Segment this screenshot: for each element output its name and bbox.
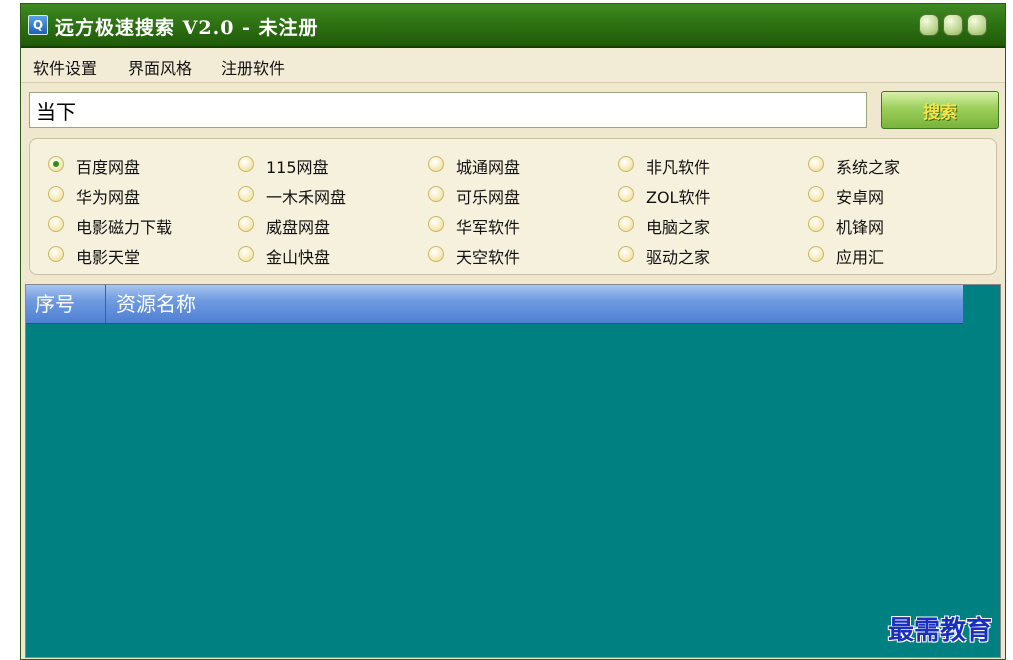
radio-button[interactable] bbox=[48, 156, 64, 172]
site-option-label: 百度网盘 bbox=[76, 158, 141, 177]
site-option-label: 电影磁力下载 bbox=[76, 218, 173, 237]
radio-button[interactable] bbox=[808, 246, 824, 262]
watermark: 最需教育 bbox=[888, 616, 993, 646]
site-options-panel: 百度网盘 115网盘 城通网盘 非凡软件 系统之家华为网盘 一木禾网盘 可乐网盘 ZOL软件 安… bbox=[29, 138, 997, 275]
window-title: 远方极速搜索 V2.0 - 未注册 bbox=[55, 17, 319, 39]
radio-button[interactable] bbox=[48, 216, 64, 232]
radio-button[interactable] bbox=[808, 216, 824, 232]
radio-button[interactable] bbox=[238, 216, 254, 232]
radio-button[interactable] bbox=[618, 186, 634, 202]
site-option-label: 一木禾网盘 bbox=[266, 188, 347, 207]
radio-button[interactable] bbox=[238, 156, 254, 172]
menu-software-settings[interactable]: 软件设置 bbox=[33, 55, 97, 79]
site-option-label: 华军软件 bbox=[456, 218, 521, 237]
search-input[interactable] bbox=[29, 92, 867, 128]
site-option-label: 115网盘 bbox=[266, 158, 329, 177]
column-header-resource-name[interactable]: 资源名称 bbox=[107, 285, 962, 323]
radio-button[interactable] bbox=[48, 246, 64, 262]
results-header: 序号 资源名称 bbox=[26, 285, 964, 324]
radio-button[interactable] bbox=[428, 186, 444, 202]
site-option-label: 电脑之家 bbox=[646, 218, 711, 237]
search-app-icon: Q bbox=[28, 15, 48, 35]
radio-button[interactable] bbox=[808, 186, 824, 202]
menu-ui-style[interactable]: 界面风格 bbox=[128, 55, 192, 79]
site-option-label: 天空软件 bbox=[456, 248, 521, 267]
search-button[interactable]: 搜索 bbox=[881, 91, 999, 129]
minimize-button[interactable] bbox=[919, 14, 939, 36]
site-option-label: 应用汇 bbox=[836, 248, 885, 267]
maximize-button[interactable] bbox=[943, 14, 963, 36]
radio-button[interactable] bbox=[618, 246, 634, 262]
radio-button[interactable] bbox=[618, 156, 634, 172]
radio-button[interactable] bbox=[238, 246, 254, 262]
site-option-label: 安卓网 bbox=[836, 188, 885, 207]
radio-button[interactable] bbox=[48, 186, 64, 202]
menu-bar: 软件设置 界面风格 注册软件 bbox=[21, 48, 1005, 83]
site-option-label: 华为网盘 bbox=[76, 188, 141, 207]
radio-button[interactable] bbox=[428, 156, 444, 172]
site-option-label: 机锋网 bbox=[836, 218, 885, 237]
radio-button[interactable] bbox=[238, 186, 254, 202]
radio-button[interactable] bbox=[618, 216, 634, 232]
site-option-label: 系统之家 bbox=[836, 158, 901, 177]
close-button[interactable] bbox=[967, 14, 987, 36]
radio-button[interactable] bbox=[808, 156, 824, 172]
results-list[interactable]: 序号 资源名称 bbox=[25, 284, 1001, 658]
radio-button[interactable] bbox=[428, 216, 444, 232]
site-option-label: 驱动之家 bbox=[646, 248, 711, 267]
radio-button[interactable] bbox=[428, 246, 444, 262]
site-option-label: 城通网盘 bbox=[456, 158, 521, 177]
site-option-label: ZOL软件 bbox=[646, 188, 711, 207]
site-option-label: 电影天堂 bbox=[76, 248, 141, 267]
site-option-label: 可乐网盘 bbox=[456, 188, 521, 207]
title-bar[interactable]: Q 远方极速搜索 V2.0 - 未注册 bbox=[21, 4, 1005, 48]
site-option-label: 非凡软件 bbox=[646, 158, 711, 177]
site-option-label: 威盘网盘 bbox=[266, 218, 331, 237]
menu-register[interactable]: 注册软件 bbox=[221, 55, 285, 79]
column-header-index[interactable]: 序号 bbox=[26, 285, 106, 323]
app-window: Q 远方极速搜索 V2.0 - 未注册 软件设置 界面风格 注册软件 搜索 百度… bbox=[20, 3, 1006, 660]
site-option-label: 金山快盘 bbox=[266, 248, 331, 267]
